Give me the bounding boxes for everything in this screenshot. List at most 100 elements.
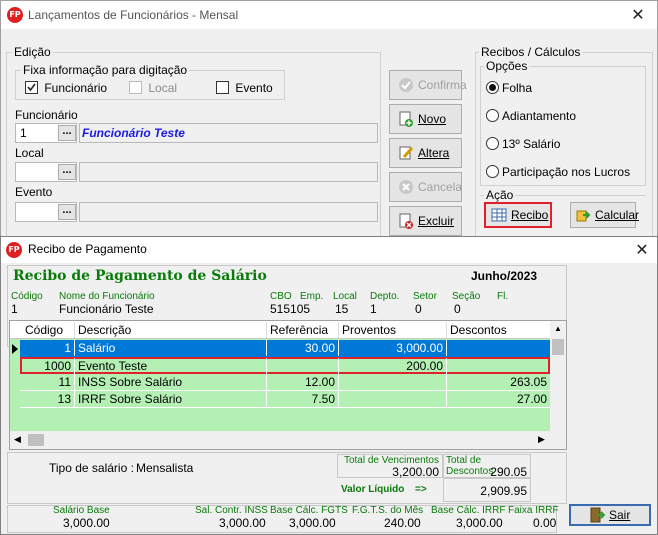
setor-value: 0 (454, 302, 461, 316)
radio-adiantamento[interactable] (486, 109, 499, 122)
horizontal-scrollbar[interactable]: ◀ ▶ (10, 431, 566, 449)
recibo-titlebar: FP Recibo de Pagamento ✕ (1, 237, 657, 263)
close-icon[interactable]: ✕ (628, 5, 648, 25)
confirma-label: Confirma (418, 78, 467, 92)
emp-label: Emp. (300, 291, 324, 302)
cell-descricao: Salário (74, 340, 266, 356)
total-vencimentos-value: 3,200.00 (392, 465, 439, 479)
check-circle-icon (398, 77, 414, 93)
cancela-button[interactable]: Cancela (389, 172, 462, 202)
local-lookup-button[interactable]: ... (58, 164, 76, 180)
main-titlebar: FP Lançamentos de Funcionários - Mensal … (1, 1, 657, 29)
liquido-box: 2,909.95 (443, 478, 531, 502)
sair-label: Sair (609, 508, 631, 522)
cbo-label: CBO (270, 291, 292, 302)
cell-descontos: 27.00 (446, 391, 550, 407)
excluir-label: Excluir (418, 214, 455, 228)
scroll-up-icon[interactable]: ▲ (554, 324, 562, 333)
nome-label: Nome do Funcionário (59, 291, 155, 302)
cell-descontos: 263.05 (446, 374, 550, 390)
check-funcionario-label: Funcionário (44, 80, 108, 95)
valor-liquido-value: 2,909.95 (480, 484, 527, 498)
vencimentos-box: Total de Vencimentos 3,200.00 (337, 454, 443, 479)
close-icon[interactable]: ✕ (632, 240, 652, 260)
radio-13-salario[interactable] (486, 137, 499, 150)
table-row[interactable]: 13 IRRF Sobre Salário 7.50 27.00 (20, 391, 550, 408)
scroll-right-icon[interactable]: ▶ (538, 434, 545, 445)
confirma-button[interactable]: Confirma (389, 70, 467, 100)
excluir-button[interactable]: Excluir (389, 206, 462, 236)
table-row[interactable]: 1000 Evento Teste 200.00 (20, 357, 550, 374)
funcionario-name-field: Funcionário Teste (79, 123, 378, 143)
col-descontos[interactable]: Descontos (446, 322, 550, 338)
salario-base-value: 3,000.00 (63, 516, 110, 530)
valor-liquido-label: Valor Líquido (341, 484, 405, 495)
edicao-label: Edição (12, 45, 53, 59)
cell-proventos: 3,000.00 (338, 340, 446, 356)
recibo-button[interactable]: Recibo (484, 202, 552, 228)
cell-descontos (446, 358, 548, 374)
novo-button[interactable]: Novo (389, 104, 462, 134)
valor-liquido-arrow: => (415, 484, 427, 495)
checkbox-box[interactable] (129, 81, 142, 95)
hscroll-thumb[interactable] (28, 434, 44, 446)
main-window: FP Lançamentos de Funcionários - Mensal … (0, 0, 658, 240)
app-logo-icon: FP (7, 7, 23, 23)
fgts-mes-value: 240.00 (384, 516, 421, 530)
radio-adiantamento-label: Adiantamento (502, 109, 577, 123)
scroll-thumb[interactable] (552, 339, 564, 355)
table-icon (491, 207, 507, 223)
sal-contr-inss-label: Sal. Contr. INSS (195, 505, 268, 516)
cbo-value: 515105 (270, 302, 311, 316)
sair-button[interactable]: Sair (569, 504, 651, 526)
radio-participacao-label: Participação nos Lucros (502, 165, 631, 179)
calcular-button[interactable]: Calcular (570, 202, 640, 228)
cancel-icon (398, 179, 414, 195)
recibo-label: Recibo (511, 208, 549, 222)
funcionario-lookup-button[interactable]: ... (58, 125, 76, 141)
scroll-left-icon[interactable]: ◀ (14, 434, 21, 445)
altera-label: Altera (418, 146, 450, 160)
cell-descricao: INSS Sobre Salário (74, 374, 266, 390)
col-descricao[interactable]: Descrição (74, 322, 264, 338)
fgts-mes-label: F.G.T.S. do Mês (352, 505, 424, 516)
codigo-label: Código (11, 291, 43, 302)
radio-13-salario-label: 13º Salário (502, 137, 561, 151)
acao-label: Ação (484, 188, 516, 202)
altera-button[interactable]: Altera (389, 138, 462, 168)
evento-lookup-button[interactable]: ... (58, 204, 76, 220)
checkbox-box[interactable] (216, 81, 229, 95)
base-calc-irrf-label: Base Cálc. IRRF (431, 505, 506, 516)
table-row[interactable]: 11 INSS Sobre Salário 12.00 263.05 (20, 374, 550, 391)
vertical-scrollbar[interactable]: ▲ (550, 321, 566, 431)
radio-participacao[interactable] (486, 165, 499, 178)
table-row[interactable]: 1 Salário 30.00 3,000.00 (20, 340, 550, 357)
cancela-label: Cancela (418, 180, 463, 194)
opcoes-label: Opções (484, 59, 530, 73)
base-calc-irrf-value: 3,000.00 (456, 516, 503, 530)
depto-label: Depto. (370, 291, 400, 302)
lancamentos-grid[interactable]: Código Descrição Referência Proventos De… (9, 320, 567, 450)
cell-codigo: 13 (57, 392, 71, 406)
check-evento[interactable]: Evento (216, 80, 273, 95)
col-proventos[interactable]: Proventos (338, 322, 444, 338)
checkbox-box[interactable] (25, 81, 38, 95)
recibo-heading: Recibo de Pagamento de Salário (13, 268, 267, 284)
cell-referencia: 7.50 (266, 391, 338, 407)
cell-referencia: 12.00 (266, 374, 338, 390)
col-codigo[interactable]: Código (22, 322, 72, 338)
sal-contr-inss-value: 3,000.00 (219, 516, 266, 530)
exit-door-icon (589, 507, 606, 523)
check-funcionario[interactable]: Funcionário (25, 80, 107, 95)
fixa-label: Fixa informação para digitação (21, 63, 190, 77)
cell-referencia (266, 358, 338, 374)
funcionario-label: Funcionário (15, 108, 78, 122)
descontos-box: Total de Descontos 290.05 (443, 454, 531, 479)
calcular-label: Calcular (595, 208, 640, 222)
check-local[interactable]: Local (129, 80, 177, 95)
cell-descontos (446, 340, 550, 356)
faixa-irrf-label: Faixa IRRF (508, 505, 559, 516)
codigo-value: 1 (11, 302, 18, 316)
radio-folha[interactable] (486, 81, 499, 94)
col-referencia[interactable]: Referência (266, 322, 336, 338)
